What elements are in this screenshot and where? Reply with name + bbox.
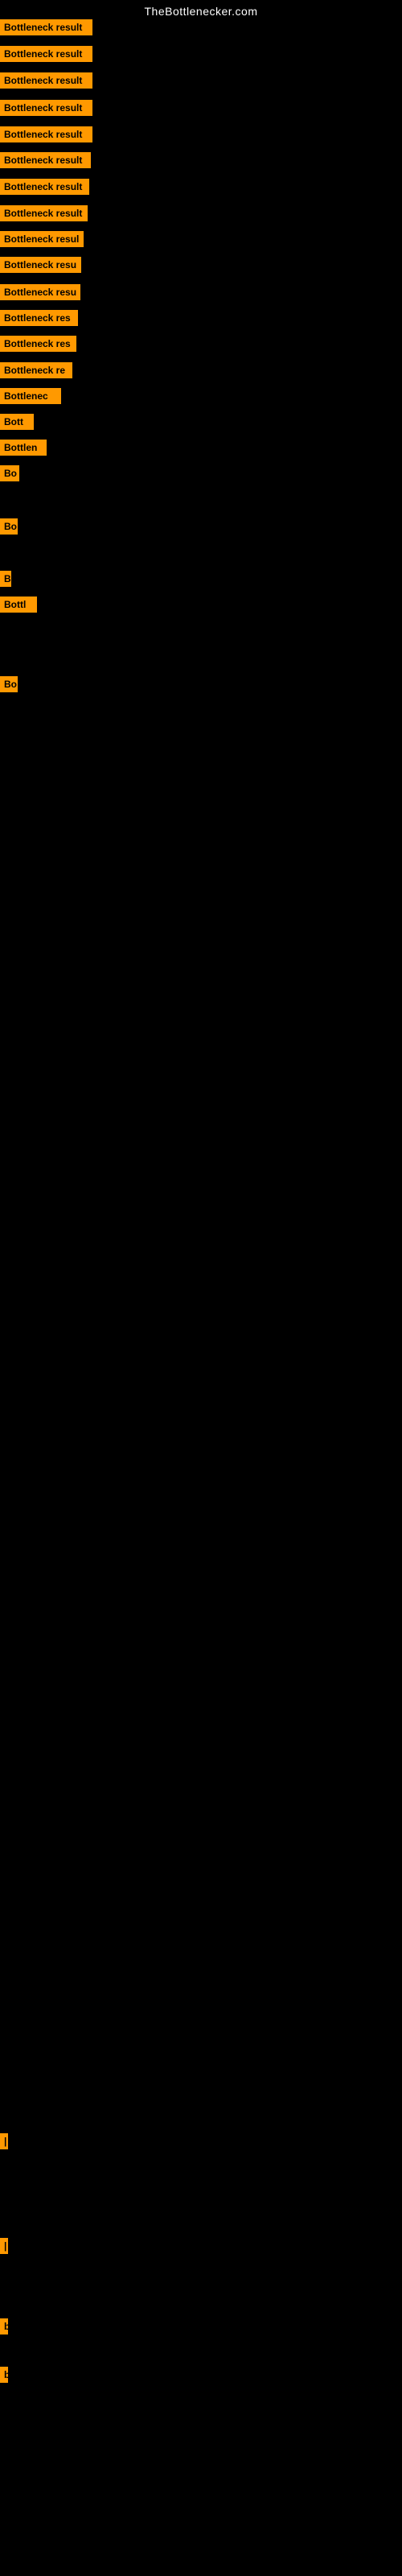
bottleneck-badge-24[interactable]: |: [0, 2238, 8, 2254]
bottleneck-badge-7[interactable]: Bottleneck result: [0, 179, 89, 195]
bottleneck-badge-25[interactable]: b: [0, 2318, 8, 2334]
bottleneck-badge-container: Bottleneck res: [0, 336, 76, 356]
bottleneck-badge-18[interactable]: Bo: [0, 465, 19, 481]
bottleneck-badge-14[interactable]: Bottleneck re: [0, 362, 72, 378]
bottleneck-badge-10[interactable]: Bottleneck resu: [0, 257, 81, 273]
bottleneck-badge-container: b: [0, 2318, 8, 2339]
bottleneck-badge-21[interactable]: Bottl: [0, 597, 37, 613]
bottleneck-badge-container: Bottleneck result: [0, 100, 92, 120]
bottleneck-badge-container: Bottleneck result: [0, 126, 92, 147]
bottleneck-badge-container: Bottleneck result: [0, 205, 88, 225]
bottleneck-badge-container: |: [0, 2238, 8, 2258]
bottleneck-badge-9[interactable]: Bottleneck resul: [0, 231, 84, 247]
bottleneck-badge-4[interactable]: Bottleneck result: [0, 100, 92, 116]
bottleneck-badge-container: Bottleneck result: [0, 152, 91, 172]
bottleneck-badge-8[interactable]: Bottleneck result: [0, 205, 88, 221]
bottleneck-badge-13[interactable]: Bottleneck res: [0, 336, 76, 352]
bottleneck-badge-container: Bottleneck result: [0, 19, 92, 39]
bottleneck-badge-container: Bottl: [0, 597, 37, 617]
bottleneck-badge-container: Bottleneck result: [0, 72, 92, 93]
bottleneck-badge-container: Bo: [0, 465, 19, 485]
bottleneck-badge-5[interactable]: Bottleneck result: [0, 126, 92, 142]
site-title: TheBottlenecker.com: [0, 0, 402, 21]
bottleneck-badge-1[interactable]: Bottleneck result: [0, 19, 92, 35]
bottleneck-badge-17[interactable]: Bottlen: [0, 440, 47, 456]
bottleneck-badge-20[interactable]: B: [0, 571, 11, 587]
bottleneck-badge-container: Bottleneck resu: [0, 284, 80, 304]
bottleneck-badge-2[interactable]: Bottleneck result: [0, 46, 92, 62]
bottleneck-badge-container: Bottleneck re: [0, 362, 72, 382]
bottleneck-badge-16[interactable]: Bott: [0, 414, 34, 430]
bottleneck-badge-container: Bottleneck resu: [0, 257, 81, 277]
bottleneck-badge-container: |: [0, 2133, 8, 2153]
bottleneck-badge-container: Bottlenec: [0, 388, 61, 408]
bottleneck-badge-15[interactable]: Bottlenec: [0, 388, 61, 404]
bottleneck-badge-container: Bottleneck resul: [0, 231, 84, 251]
bottleneck-badge-container: b: [0, 2367, 8, 2387]
bottleneck-badge-container: Bott: [0, 414, 34, 434]
bottleneck-badge-19[interactable]: Bo: [0, 518, 18, 535]
bottleneck-badge-container: Bottleneck result: [0, 179, 89, 199]
bottleneck-badge-26[interactable]: b: [0, 2367, 8, 2383]
bottleneck-badge-11[interactable]: Bottleneck resu: [0, 284, 80, 300]
bottleneck-badge-12[interactable]: Bottleneck res: [0, 310, 78, 326]
bottleneck-badge-3[interactable]: Bottleneck result: [0, 72, 92, 89]
bottleneck-badge-container: Bo: [0, 518, 18, 539]
bottleneck-badge-container: Bottleneck result: [0, 46, 92, 66]
bottleneck-badge-6[interactable]: Bottleneck result: [0, 152, 91, 168]
bottleneck-badge-container: Bo: [0, 676, 18, 696]
bottleneck-badge-container: B: [0, 571, 11, 591]
bottleneck-badge-23[interactable]: |: [0, 2133, 8, 2149]
bottleneck-badge-container: Bottlen: [0, 440, 47, 460]
bottleneck-badge-22[interactable]: Bo: [0, 676, 18, 692]
bottleneck-badge-container: Bottleneck res: [0, 310, 78, 330]
